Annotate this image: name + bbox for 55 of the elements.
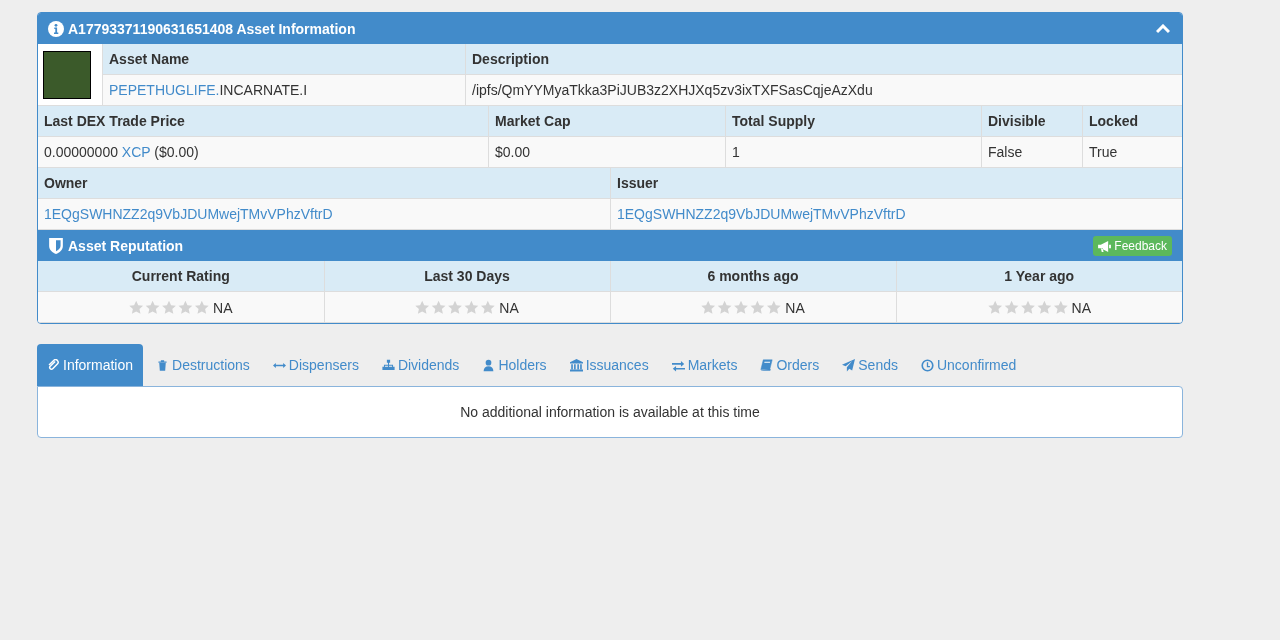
table-cell: False — [981, 136, 1083, 168]
column-header: 6 months ago — [610, 261, 896, 292]
asset-subname: INCARNATE.I — [219, 82, 308, 98]
column-header: Asset Name — [102, 44, 466, 75]
book-icon — [760, 358, 774, 372]
column-header: 1 Year ago — [896, 261, 1182, 292]
rating-value: NA — [499, 299, 519, 316]
tab[interactable]: Sends — [832, 344, 908, 386]
column-header: Total Supply — [725, 106, 982, 137]
tab[interactable]: Destructions — [146, 344, 260, 386]
price-value: 0.00000000 — [44, 144, 118, 160]
chevron-up-icon — [1156, 23, 1170, 34]
clock-icon — [920, 358, 934, 372]
column-header: Issuer — [610, 168, 1182, 199]
paperclip-icon — [47, 358, 60, 372]
table-cell: /ipfs/QmYYMyaTkka3PiJUB3z2XHJXq5zv3ixTXFSasCqjeAzXdu — [465, 74, 1182, 106]
tab[interactable]: Dispensers — [262, 344, 369, 386]
column-header: Description — [465, 44, 1182, 75]
column-header: Last DEX Trade Price — [38, 106, 489, 137]
info-icon — [48, 20, 64, 37]
table-cell: 1 — [725, 136, 982, 168]
column-header: Divisible — [981, 106, 1083, 137]
tab[interactable]: Unconfirmed — [910, 344, 1027, 386]
collapse-button[interactable] — [1154, 23, 1172, 34]
currency-link[interactable]: XCP — [121, 144, 151, 160]
column-header: Current Rating — [38, 261, 324, 292]
price-usd: ($0.00) — [154, 144, 199, 160]
table-cell: $0.00 — [488, 136, 726, 168]
tab[interactable]: Issuances — [559, 344, 659, 386]
reputation-title: Asset Reputation — [68, 238, 184, 254]
empty-message: No additional information is available at this time — [460, 404, 760, 420]
asset-image-placeholder — [43, 50, 91, 99]
column-header: Market Cap — [488, 106, 726, 137]
asset-parent-link[interactable]: PEPETHUGLIFE. — [109, 82, 220, 98]
tab[interactable]: Holders — [472, 344, 557, 386]
panel-title: A17793371190631651408 Asset Information — [68, 20, 356, 37]
rating-value: NA — [785, 299, 805, 316]
rating-value: NA — [1071, 299, 1091, 316]
trash-icon — [156, 358, 170, 372]
table-cell: True — [1082, 136, 1182, 168]
column-header: Last 30 Days — [324, 261, 610, 292]
shield-icon — [48, 238, 64, 254]
sitemap-icon — [381, 358, 395, 372]
megaphone-icon — [1098, 240, 1112, 252]
rating-value: NA — [213, 299, 233, 316]
column-header: Locked — [1082, 106, 1182, 137]
tab[interactable]: Orders — [750, 344, 830, 386]
tab[interactable]: Dividends — [371, 344, 470, 386]
user-icon — [482, 358, 496, 372]
paper-plane-icon — [842, 358, 856, 372]
column-header: Owner — [38, 168, 611, 199]
tab[interactable]: Information — [37, 344, 144, 386]
feedback-button[interactable]: Feedback — [1093, 236, 1172, 256]
tab[interactable]: Markets — [661, 344, 748, 386]
bank-icon — [569, 358, 583, 372]
